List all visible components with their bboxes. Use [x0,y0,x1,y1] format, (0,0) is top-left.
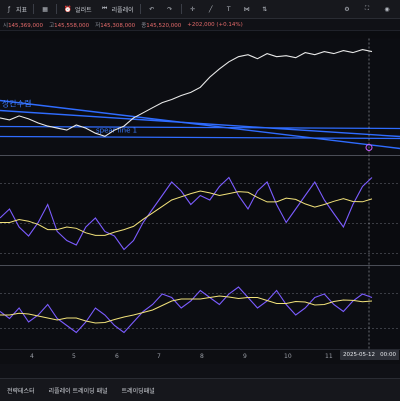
ruler-icon: ⇅ [262,5,268,13]
replay-label: 리플레이 [111,6,134,14]
current-date-badge: 2025-05-12 [340,350,378,360]
trendline-icon: ╱ [208,5,213,13]
crosshair-tool[interactable]: ✛ [184,0,202,18]
grid-icon: ▦ [42,5,48,13]
annotation-label-2[interactable]: spear line 1 [96,127,137,135]
camera-icon: ◉ [384,5,390,13]
toolbar-divider [33,4,35,14]
alert-label: 얼러트 [75,6,92,14]
trendline-tool[interactable]: ╱ [202,0,220,18]
x-tick: 6 [115,353,119,360]
change-value: +202,000 (+0.14%) [187,21,243,28]
annotation-label-1[interactable]: 상간수렴 [2,99,31,109]
axis-under-strip [0,364,400,378]
ohlc-legend: 시145,369,000 고145,558,000 저145,308,000 종… [0,19,400,31]
snapshot-button[interactable]: ◉ [378,4,396,14]
pattern-tool[interactable]: ⋈ [238,0,256,18]
x-tick: 10 [284,353,292,360]
rewind-icon: ⏮ [101,5,108,12]
pattern-icon: ⋈ [243,5,250,13]
lower-pane [0,265,400,356]
toolbar-divider [56,4,58,14]
bottom-panel-tabs: 전략테스터 리플레이 트레이딩 패널 트레이딩패널 [0,378,400,401]
undo-button[interactable]: ↶ [143,0,161,18]
tab-trading-panel[interactable]: 트레이딩패널 [115,379,162,401]
redo-icon: ↷ [167,5,173,13]
x-tick: 9 [243,353,247,360]
high-value: 145,558,000 [54,22,90,29]
indicators-label: 지표 [16,6,28,14]
undo-icon: ↶ [149,5,155,13]
crosshair-icon: ✛ [190,5,196,13]
redo-button[interactable]: ↷ [161,0,179,18]
settings-button[interactable]: ⚙ [338,4,356,14]
x-tick: 8 [200,353,204,360]
templates-button[interactable]: ▦ [36,0,54,18]
tab-replay-trading-panel[interactable]: 리플레이 트레이딩 패널 [42,379,115,401]
chart-canvas[interactable]: 상간수렴 spear line 1 [0,32,400,362]
measure-tool[interactable]: ⇅ [256,0,274,18]
open-value: 145,369,000 [8,22,44,29]
gear-icon: ⚙ [344,5,350,13]
top-toolbar: ƒ 지표 ▦ ⏰ 얼러트 ⏮ 리플레이 ↶ ↷ ✛ ╱ T ⋈ ⇅ ⚙ ⛶ ◉ [0,0,400,19]
x-tick: 5 [72,353,76,360]
toolbar-divider [139,4,141,14]
close-value: 145,520,000 [146,22,182,29]
alarm-icon: ⏰ [64,5,72,13]
function-icon: ƒ [7,5,11,13]
toolbar-divider [180,4,182,14]
current-time-badge: 00:00 [377,350,399,360]
low-value: 145,308,000 [100,22,136,29]
oscillator-pane [0,155,400,266]
x-tick: 7 [157,353,161,360]
x-tick: 4 [30,353,34,360]
alert-button[interactable]: ⏰ 얼러트 [59,0,96,18]
text-tool[interactable]: T [220,0,238,18]
fullscreen-button[interactable]: ⛶ [358,4,376,14]
replay-button[interactable]: ⏮ 리플레이 [96,0,138,18]
text-icon: T [226,5,231,13]
x-tick: 11 [325,353,333,360]
tab-strategy-tester[interactable]: 전략테스터 [0,379,42,401]
fullscreen-icon: ⛶ [364,5,370,12]
indicators-button[interactable]: ƒ 지표 [0,0,31,18]
